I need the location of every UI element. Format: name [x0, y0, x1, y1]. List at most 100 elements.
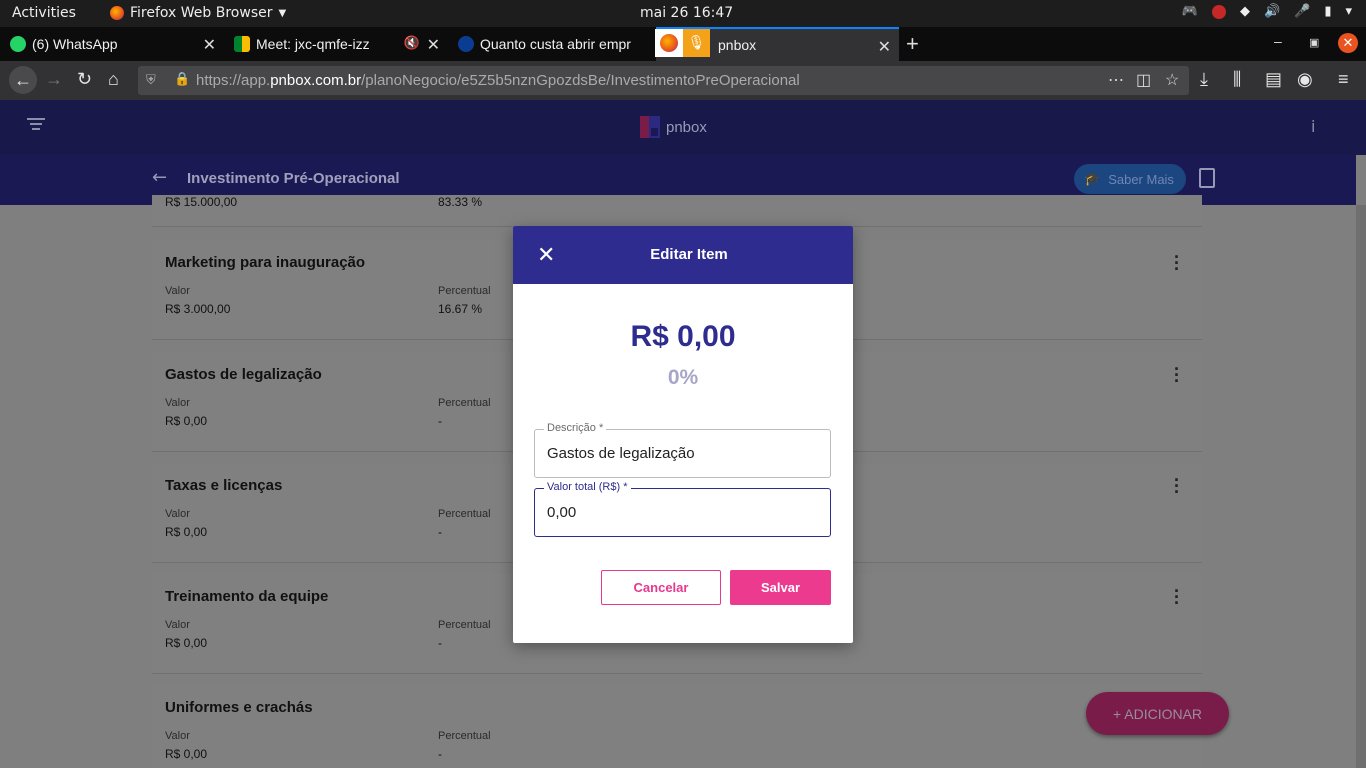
- menu-icon[interactable]: ≡: [1338, 69, 1349, 90]
- download-icon[interactable]: ⤓: [1200, 69, 1208, 90]
- minimize-button[interactable]: –: [1274, 33, 1282, 49]
- meet-icon: [234, 36, 250, 52]
- value-label: Valor: [165, 508, 190, 520]
- scrollbar[interactable]: [1356, 205, 1366, 768]
- percent-label: Percentual: [438, 730, 491, 742]
- site-icon: [458, 36, 474, 52]
- volume-icon[interactable]: 🔊: [1264, 4, 1280, 19]
- sharing-indicator[interactable]: 🎙: [655, 29, 710, 57]
- battery-icon[interactable]: ▮: [1324, 4, 1331, 19]
- save-button[interactable]: Salvar: [730, 570, 831, 605]
- activities-button[interactable]: Activities: [12, 5, 76, 21]
- valor-total-label: Valor total (R$) *: [544, 481, 631, 493]
- url-bar[interactable]: ⛨ 🔒 https://app. pnbox.com.br/planoNegoci…: [138, 66, 1189, 95]
- item-value: R$ 0,00: [165, 414, 208, 428]
- discord-icon[interactable]: 🎮: [1182, 4, 1198, 19]
- shield-icon[interactable]: ⛨: [146, 72, 156, 88]
- info-icon[interactable]: i: [1311, 117, 1315, 136]
- item-value: R$ 3.000,00: [165, 302, 231, 316]
- reload-icon[interactable]: ↻: [77, 69, 92, 90]
- logo-text: pnbox: [666, 118, 707, 136]
- tab-quanto-custa[interactable]: Quanto custa abrir empr: [448, 27, 656, 61]
- close-icon[interactable]: ✕: [427, 35, 440, 55]
- app-menu[interactable]: Firefox Web Browser ▼: [110, 5, 286, 21]
- tab-label: Quanto custa abrir empr: [480, 36, 631, 52]
- back-icon[interactable]: ←: [9, 66, 37, 94]
- item-name: Taxas e licenças: [165, 477, 283, 494]
- descricao-value[interactable]: Gastos de legalização: [547, 445, 695, 462]
- list-item[interactable]: Uniformes e crachás Valor R$ 0,00 Percen…: [152, 685, 1202, 768]
- firefox-icon: [110, 6, 124, 20]
- notification-icon[interactable]: [1211, 4, 1226, 19]
- close-icon[interactable]: ✕: [203, 35, 216, 55]
- item-percent: 83.33 %: [438, 195, 483, 209]
- tab-label: (6) WhatsApp: [32, 36, 118, 52]
- percent-label: Percentual: [438, 619, 491, 631]
- amount-display: R$ 0,00: [630, 320, 736, 353]
- cancel-button[interactable]: Cancelar: [601, 570, 721, 605]
- list-item[interactable]: R$ 15.000,00 83.33 %: [152, 195, 1202, 227]
- value-label: Valor: [165, 285, 190, 297]
- app-header: pnbox i: [0, 100, 1366, 155]
- item-percent: -: [438, 636, 442, 650]
- system-tray[interactable]: 🎮 ◆ 🔊 🎤 ▮ ▾: [1182, 4, 1352, 19]
- dialog-title: Editar Item: [650, 246, 728, 263]
- dialog-header: ✕ Editar Item: [513, 226, 853, 284]
- chevron-down-icon: ▼: [278, 7, 287, 19]
- forward-icon[interactable]: →: [45, 69, 63, 90]
- close-icon[interactable]: ✕: [878, 37, 891, 57]
- mute-icon[interactable]: 🔇: [404, 35, 420, 51]
- maximize-button[interactable]: ▣: [1309, 36, 1319, 49]
- menu-icon[interactable]: [27, 118, 45, 133]
- value-label: Valor: [165, 730, 190, 742]
- add-button[interactable]: + ADICIONAR: [1086, 692, 1229, 735]
- pnbox-logo: pnbox: [640, 116, 707, 138]
- pocket-icon[interactable]: ◫: [1136, 70, 1151, 90]
- item-percent: -: [438, 525, 442, 539]
- more-vert-icon[interactable]: · · ·: [1174, 471, 1180, 501]
- item-value: R$ 0,00: [165, 636, 208, 650]
- app-name: Firefox Web Browser: [130, 5, 273, 21]
- item-percent: -: [438, 747, 442, 761]
- home-icon[interactable]: ⌂: [108, 69, 119, 90]
- tab-meet[interactable]: Meet: jxc-qmfe-izz 🔇 ✕: [224, 27, 448, 61]
- more-vert-icon[interactable]: · · ·: [1174, 360, 1180, 390]
- account-icon[interactable]: ◉: [1297, 69, 1313, 90]
- window-close-button[interactable]: ✕: [1338, 33, 1358, 53]
- item-value: R$ 0,00: [165, 525, 208, 539]
- value-label: Valor: [165, 397, 190, 409]
- navigation-toolbar: ← → ↻ ⌂ ⛨ 🔒 https://app. pnbox.com.br/pla…: [0, 61, 1366, 100]
- item-name: Treinamento da equipe: [165, 588, 329, 605]
- power-menu-icon[interactable]: ▾: [1345, 4, 1352, 19]
- new-tab-button[interactable]: +: [906, 31, 919, 57]
- valor-total-field[interactable]: Valor total (R$) * 0,00: [534, 481, 831, 537]
- descricao-field[interactable]: Descrição * Gastos de legalização: [534, 422, 831, 478]
- saber-mais-label: Saber Mais: [1108, 171, 1174, 187]
- clock[interactable]: mai 26 16:47: [640, 5, 733, 21]
- tab-whatsapp[interactable]: (6) WhatsApp ✕: [0, 27, 224, 61]
- sidebar-icon[interactable]: ▤: [1265, 69, 1282, 90]
- clipboard-icon[interactable]: [1199, 168, 1215, 188]
- percent-display: 0%: [667, 366, 699, 389]
- more-vert-icon[interactable]: · · ·: [1174, 582, 1180, 612]
- url-prefix: https://app.: [196, 72, 271, 89]
- wifi-icon[interactable]: ◆: [1240, 4, 1250, 19]
- lock-icon[interactable]: 🔒: [174, 71, 190, 87]
- system-top-bar: Activities Firefox Web Browser ▼ mai 26 …: [0, 0, 1366, 27]
- more-vert-icon[interactable]: · · ·: [1174, 248, 1180, 278]
- bookmark-star-icon[interactable]: ☆: [1165, 70, 1179, 90]
- percent-label: Percentual: [438, 285, 491, 297]
- item-value: R$ 0,00: [165, 747, 208, 761]
- library-icon[interactable]: ⫼: [1233, 69, 1241, 90]
- percent-label: Percentual: [438, 508, 491, 520]
- microphone-icon[interactable]: 🎤: [1294, 4, 1310, 19]
- edit-item-dialog: ✕ Editar Item R$ 0,00 0% Descrição * Gas…: [513, 226, 853, 643]
- valor-total-value[interactable]: 0,00: [547, 504, 576, 521]
- value-label: Valor: [165, 619, 190, 631]
- back-arrow-icon[interactable]: ←: [152, 167, 167, 188]
- item-percent: 16.67 %: [438, 302, 483, 316]
- tab-label: Meet: jxc-qmfe-izz: [256, 36, 370, 52]
- more-icon[interactable]: ⋯: [1108, 70, 1124, 90]
- saber-mais-button[interactable]: 🎓 Saber Mais: [1074, 164, 1186, 194]
- item-name: Gastos de legalização: [165, 366, 322, 383]
